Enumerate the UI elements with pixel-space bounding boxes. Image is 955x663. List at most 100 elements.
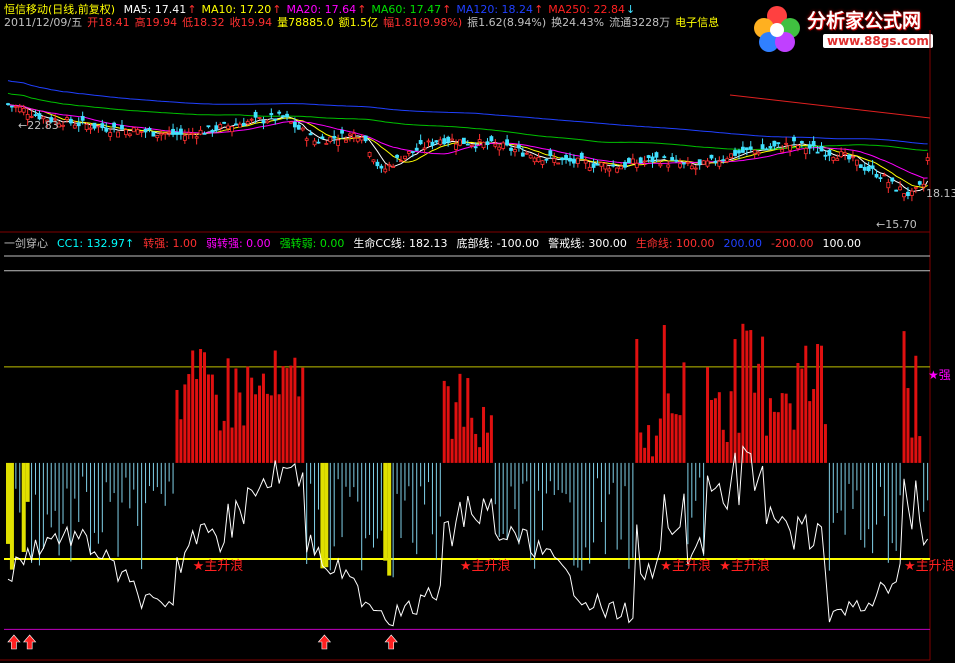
low-price-label: ←15.70	[876, 218, 917, 231]
candle-body	[839, 151, 844, 158]
candle-body	[854, 159, 859, 166]
candle-body	[143, 128, 148, 133]
indicator-bar	[117, 462, 119, 557]
candle-body	[410, 151, 415, 153]
indicator-bar	[577, 462, 579, 568]
candle-body	[371, 159, 376, 163]
candle-body	[261, 120, 266, 124]
indicator-bar	[19, 462, 21, 513]
indicator-bar	[454, 402, 458, 463]
indicator-bar	[238, 392, 242, 463]
candle-body	[587, 166, 592, 171]
candle-body	[351, 133, 356, 138]
candle-body	[458, 139, 462, 146]
indicator-bar	[301, 367, 305, 463]
indicator-bar	[872, 462, 874, 554]
candle-body	[124, 129, 128, 136]
indicator-bar	[489, 415, 493, 463]
indicator-bar	[156, 462, 158, 488]
candle-body	[894, 189, 899, 192]
indicator-bar	[195, 379, 199, 463]
indicator-bar	[784, 393, 788, 463]
indicator-bar	[320, 462, 325, 569]
buy-arrow-icon	[317, 634, 332, 650]
candle-body	[477, 139, 482, 143]
candle-body	[509, 147, 513, 151]
candle-body	[108, 132, 113, 137]
candle-body	[120, 124, 124, 130]
indicator-bar	[804, 345, 808, 463]
indicator-bar	[502, 462, 504, 534]
indicator-bar	[695, 462, 697, 501]
candle-body	[355, 137, 360, 142]
candle-body	[827, 149, 832, 156]
indicator-bar	[545, 462, 547, 494]
indicator-bar	[121, 462, 123, 503]
indicator-bar	[741, 323, 745, 463]
candle-body	[10, 105, 14, 108]
indicator-bar	[856, 462, 858, 491]
indicator-bar	[289, 365, 293, 463]
candle-body	[678, 163, 682, 168]
indicator-bar	[54, 462, 56, 511]
indicator-bar	[868, 462, 870, 530]
indicator-bar	[230, 427, 234, 463]
candle-body	[304, 138, 309, 141]
indicator-bar	[828, 462, 830, 571]
indicator-bar	[899, 462, 901, 496]
indicator-bar	[191, 350, 195, 463]
indicator-bar	[380, 462, 382, 531]
indicator-bar	[361, 462, 363, 571]
candle-body	[599, 162, 604, 167]
candle-body	[725, 158, 730, 162]
indicator-bar	[199, 349, 203, 463]
candle-body	[583, 160, 588, 164]
candle-body	[532, 157, 537, 163]
indicator-bar	[879, 462, 881, 487]
indicator-bar	[768, 398, 772, 463]
candle-body	[646, 155, 651, 159]
indicator-bar	[816, 344, 820, 463]
indicator-bar	[498, 462, 500, 538]
indicator-bar	[482, 406, 486, 463]
indicator-bar	[58, 462, 60, 556]
candle-body	[591, 163, 596, 168]
indicator-bar	[812, 389, 816, 463]
indicator-bar	[431, 462, 433, 535]
main-rise-signal: ★主升浪	[660, 559, 711, 574]
candle-body	[273, 118, 278, 121]
candle-body	[528, 154, 533, 159]
indicator-bar	[910, 437, 914, 463]
indicator-bar	[21, 462, 26, 552]
indicator-bar	[353, 462, 355, 488]
indicator-bar	[565, 462, 567, 495]
indicator-bar	[485, 432, 489, 463]
candle-body	[556, 162, 561, 165]
indicator-bar	[137, 462, 139, 526]
candle-body	[544, 158, 549, 161]
indicator-panel: ★主升浪 ★主升浪 ★主升浪 ★主升浪 ★主升浪 ★强	[4, 255, 955, 650]
candle-body	[430, 141, 435, 146]
candle-body	[910, 190, 914, 196]
candle-body	[116, 131, 120, 138]
candle-body	[387, 164, 392, 167]
indicator-bar	[277, 394, 281, 463]
indicator-bar	[717, 392, 721, 463]
indicator-bar	[589, 462, 591, 564]
indicator-bar	[678, 415, 682, 463]
indicator-bar	[581, 462, 583, 571]
candle-body	[815, 151, 820, 154]
indicator-bar	[269, 395, 273, 463]
indicator-bar	[6, 462, 10, 544]
candle-body	[866, 166, 871, 172]
indicator-bar	[15, 462, 17, 489]
candle-body	[399, 160, 403, 163]
indicator-bar	[848, 462, 850, 484]
indicator-bar	[788, 403, 792, 463]
indicator-bar	[534, 462, 536, 569]
indicator-bar	[462, 426, 466, 463]
candle-body	[127, 133, 132, 137]
indicator-bar	[780, 393, 784, 463]
indicator-bar	[125, 462, 127, 478]
indicator-bar	[97, 462, 99, 544]
